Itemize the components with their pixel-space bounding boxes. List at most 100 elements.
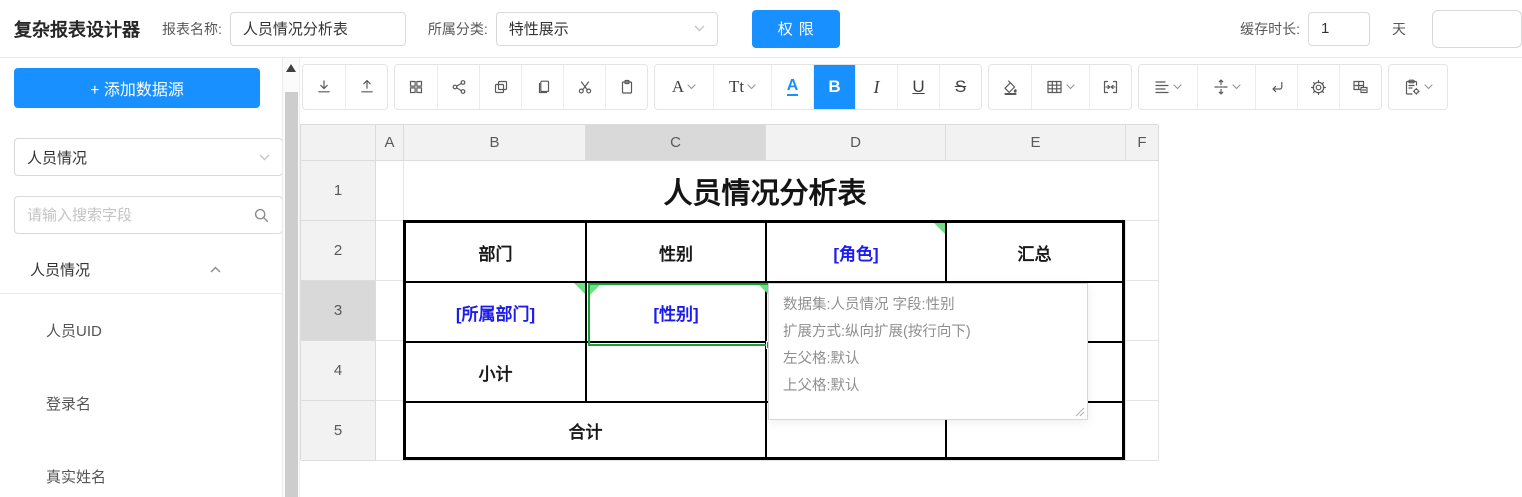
dataset-section-title: 人员情况: [30, 259, 90, 280]
tooltip-line-left-parent: 左父格:默认: [783, 346, 1073, 373]
cell-c2[interactable]: 性别: [587, 223, 767, 283]
italic-label: I: [874, 77, 880, 98]
search-icon: [253, 207, 270, 224]
col-header-f[interactable]: F: [1126, 125, 1159, 161]
import-upload-button[interactable]: [345, 65, 387, 109]
cell-b5-total[interactable]: 合计: [406, 403, 767, 457]
col-header-a[interactable]: A: [376, 125, 404, 161]
wrap-text-button[interactable]: [1255, 65, 1297, 109]
share-icon: [451, 79, 467, 95]
col-header-c[interactable]: C: [586, 125, 766, 161]
components-grid-button[interactable]: [395, 65, 437, 109]
cell-f5[interactable]: [1126, 401, 1159, 461]
merge-cells-button[interactable]: [1089, 65, 1131, 109]
paint-bucket-icon: [1002, 79, 1019, 96]
strikethrough-button[interactable]: S: [939, 65, 981, 109]
cell-d2-role-field[interactable]: [角色]: [767, 223, 947, 283]
export-download-button[interactable]: [303, 65, 345, 109]
cell-b2[interactable]: 部门: [406, 223, 587, 283]
font-color-label: A: [787, 78, 799, 97]
cell-a1[interactable]: [376, 161, 404, 221]
font-size-button[interactable]: Tt: [713, 65, 771, 109]
cell-a5[interactable]: [376, 401, 404, 461]
field-item-realname[interactable]: 真实姓名: [0, 440, 282, 497]
dataset-select[interactable]: 人员情况: [14, 138, 283, 176]
row-header-5[interactable]: 5: [301, 401, 376, 461]
font-family-button[interactable]: A: [655, 65, 713, 109]
permission-button[interactable]: 权限: [752, 10, 840, 48]
gear-icon: [1310, 79, 1327, 96]
cell-f1[interactable]: [1126, 161, 1159, 221]
field-item-login[interactable]: 登录名: [0, 367, 282, 440]
row-header-2[interactable]: 2: [301, 221, 376, 281]
horizontal-align-button[interactable]: [1139, 65, 1197, 109]
row-header-1[interactable]: 1: [301, 161, 376, 221]
copy-button[interactable]: [479, 65, 521, 109]
font-family-label: A: [672, 77, 684, 97]
category-select[interactable]: 特性展示: [496, 12, 718, 46]
cell-f2[interactable]: [1126, 221, 1159, 281]
cell-b4[interactable]: 小计: [406, 343, 587, 403]
fill-color-button[interactable]: [989, 65, 1031, 109]
scroll-up-icon[interactable]: [286, 64, 296, 72]
vertical-align-button[interactable]: [1197, 65, 1255, 109]
duplicate-button[interactable]: [521, 65, 563, 109]
paste-button[interactable]: [605, 65, 647, 109]
expand-marker-icon: [574, 283, 585, 294]
row-header-4[interactable]: 4: [301, 341, 376, 401]
chevron-down-icon: [1173, 84, 1182, 90]
borders-button[interactable]: [1031, 65, 1089, 109]
cache-duration-input[interactable]: [1308, 12, 1370, 46]
paste-options-button[interactable]: [1389, 65, 1447, 109]
strikethrough-label: S: [955, 77, 966, 97]
dataset-select-value: 人员情况: [27, 147, 87, 168]
cell-a3[interactable]: [376, 281, 404, 341]
font-color-button[interactable]: A: [771, 65, 813, 109]
field-search-input[interactable]: [27, 207, 253, 224]
grid-corner[interactable]: [301, 125, 376, 161]
add-datasource-button[interactable]: + 添加数据源: [14, 68, 260, 108]
chevron-down-icon: [1066, 84, 1075, 90]
cell-f4[interactable]: [1126, 341, 1159, 401]
bold-button[interactable]: B: [813, 65, 855, 109]
cache-duration-label: 缓存时长:: [1240, 19, 1300, 39]
share-button[interactable]: [437, 65, 479, 109]
cell-b3-department-field[interactable]: [所属部门]: [406, 283, 587, 343]
cell-a4[interactable]: [376, 341, 404, 401]
report-name-input[interactable]: [230, 12, 406, 46]
underline-label: U: [912, 77, 924, 97]
tooltip-line-top-parent: 上父格:默认: [783, 373, 1073, 400]
cell-info-tooltip: 数据集:人员情况 字段:性别 扩展方式:纵向扩展(按行向下) 左父格:默认 上父…: [768, 283, 1088, 420]
italic-button[interactable]: I: [855, 65, 897, 109]
cell-c4[interactable]: [587, 343, 767, 403]
cell-e2[interactable]: 汇总: [947, 223, 1122, 283]
cell-f3[interactable]: [1126, 281, 1159, 341]
sidebar-scrollbar[interactable]: [282, 58, 299, 497]
category-label: 所属分类:: [428, 19, 488, 39]
clipboard-gear-icon: [1404, 79, 1421, 96]
font-size-label: Tt: [729, 77, 744, 97]
col-header-d[interactable]: D: [766, 125, 946, 161]
col-header-e[interactable]: E: [946, 125, 1126, 161]
topbar-clipped-button[interactable]: [1432, 10, 1522, 48]
cell-selection-outline[interactable]: [588, 283, 771, 346]
col-header-b[interactable]: B: [404, 125, 586, 161]
merge-cells-icon: [1102, 79, 1119, 95]
app-title: 复杂报表设计器: [14, 16, 140, 42]
settings-button[interactable]: [1297, 65, 1339, 109]
overlapping-cells-icon: [1352, 79, 1369, 95]
row-header-3[interactable]: 3: [301, 281, 376, 341]
report-title-cell[interactable]: 人员情况分析表: [404, 161, 1126, 221]
expand-marker-icon: [590, 285, 600, 295]
cut-button[interactable]: [563, 65, 605, 109]
underline-button[interactable]: U: [897, 65, 939, 109]
resize-handle-icon[interactable]: [1075, 407, 1085, 417]
scrollbar-thumb[interactable]: [285, 92, 298, 497]
chevron-down-icon: [687, 84, 696, 90]
dataset-section-header[interactable]: 人员情况: [0, 246, 283, 294]
vertical-align-icon: [1213, 79, 1229, 95]
cell-attributes-button[interactable]: [1339, 65, 1381, 109]
cell-a2[interactable]: [376, 221, 404, 281]
field-item-uid[interactable]: 人员UID: [0, 294, 282, 367]
chevron-down-icon: [1424, 84, 1433, 90]
